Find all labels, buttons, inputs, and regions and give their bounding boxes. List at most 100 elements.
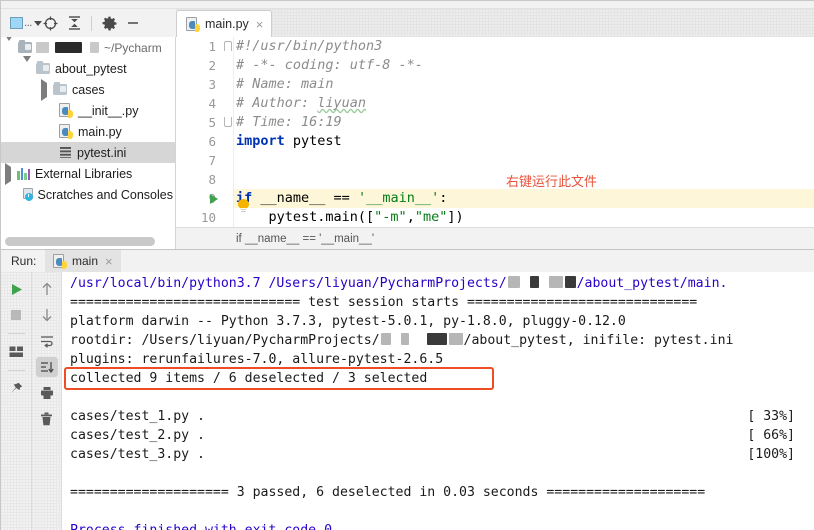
close-icon[interactable]: ×	[105, 254, 113, 269]
console-line-test-3: cases/test_3.py .	[70, 445, 205, 464]
line-number: 10	[201, 208, 216, 227]
twisty-down-icon[interactable]	[23, 62, 31, 76]
clear-all-icon[interactable]	[36, 409, 58, 429]
editor-tab-label: main.py	[205, 17, 249, 31]
up-arrow-icon[interactable]	[36, 279, 58, 299]
ini-file-icon	[59, 146, 72, 159]
run-toolbar-right	[31, 272, 61, 530]
locate-target-icon[interactable]	[39, 12, 61, 34]
folder-icon	[53, 84, 67, 95]
python-file-icon	[53, 254, 67, 269]
editor-tab-main-py[interactable]: main.py ×	[176, 10, 272, 37]
code-line: pytest.main(["-m","me"])	[236, 208, 464, 227]
tree-row-external-libraries[interactable]: External Libraries	[1, 163, 175, 184]
code-line: # Author: liyuan	[236, 94, 366, 113]
top-toolbar: ...	[1, 9, 814, 37]
intention-bulb-icon[interactable]	[238, 199, 249, 212]
close-icon[interactable]: ×	[256, 17, 264, 32]
tree-row-main-py[interactable]: main.py	[1, 121, 175, 142]
redacted-text	[401, 333, 409, 345]
project-tree: ~/Pycharm about_pytest cases __init__.py	[1, 37, 176, 249]
code-line: if __name__ == '__main__':	[236, 189, 447, 208]
project-view-icon[interactable]: ...	[15, 12, 37, 34]
console-line-exit-code: Process finished with exit code 0	[70, 521, 332, 530]
line-number: 4	[208, 94, 216, 113]
run-toolbar-left	[1, 272, 31, 530]
pin-tab-icon[interactable]	[5, 379, 27, 399]
run-gutter-icon[interactable]	[210, 194, 218, 204]
main-split: ~/Pycharm about_pytest cases __init__.py	[1, 37, 814, 249]
fold-marker-icon[interactable]	[224, 41, 232, 51]
print-icon[interactable]	[36, 383, 58, 403]
window-top-strip	[1, 1, 814, 9]
redacted-text	[508, 276, 520, 288]
twisty-down-icon[interactable]	[5, 41, 13, 55]
console-line-test-2: cases/test_2.py .	[70, 426, 205, 445]
code-folding-strip	[222, 37, 234, 227]
tree-row-label: main.py	[78, 125, 122, 139]
tree-row-label: __init__.py	[78, 104, 138, 118]
line-number: 5	[208, 113, 216, 132]
editor-tab-bar: main.py ×	[176, 9, 814, 37]
stop-icon[interactable]	[5, 305, 27, 325]
redacted-text	[427, 333, 447, 345]
soft-wrap-icon[interactable]	[36, 331, 58, 351]
run-tab-label: main	[72, 254, 98, 268]
tree-row-label: ~/Pycharm	[104, 41, 162, 55]
redacted-text	[90, 42, 99, 53]
tree-horizontal-scrollbar[interactable]	[5, 237, 155, 246]
collapse-all-icon[interactable]	[63, 12, 85, 34]
console-line-command: /usr/local/bin/python3.7 /Users/liyuan/P…	[70, 274, 727, 293]
tree-row-root[interactable]: ~/Pycharm	[1, 37, 175, 58]
tree-row-pytest-ini[interactable]: pytest.ini	[1, 142, 175, 163]
toolbar-divider	[8, 370, 25, 371]
line-number: 8	[208, 170, 216, 189]
down-arrow-icon[interactable]	[36, 305, 58, 325]
rerun-icon[interactable]	[5, 279, 27, 299]
redacted-text	[36, 42, 49, 53]
tree-row-scratches-and-consoles[interactable]: Scratches and Consoles	[1, 184, 175, 205]
run-tab-main[interactable]: main ×	[45, 250, 121, 272]
minimize-icon[interactable]	[122, 12, 144, 34]
console-line-test-1: cases/test_1.py .	[70, 407, 205, 426]
console-line-test-1-percent: [ 33%]	[747, 407, 795, 426]
code-text-area[interactable]: #!/usr/bin/python3 # -*- coding: utf-8 -…	[234, 37, 814, 227]
console-line-test-2-percent: [ 66%]	[747, 426, 795, 445]
tree-row-about-pytest[interactable]: about_pytest	[1, 58, 175, 79]
redacted-text	[381, 333, 391, 345]
line-number: 2	[208, 56, 216, 75]
code-line: #!/usr/bin/python3	[236, 37, 382, 56]
breadcrumb-label: if __name__ == '__main__'	[236, 233, 374, 245]
console-line-session-start: ============================= test sessi…	[70, 293, 697, 312]
python-file-icon	[186, 17, 200, 32]
code-line: # -*- coding: utf-8 -*-	[236, 56, 423, 75]
scroll-to-end-icon[interactable]	[36, 357, 58, 377]
redacted-text	[565, 276, 576, 288]
twisty-right-icon[interactable]	[5, 167, 11, 181]
code-editor: 1 2 3 4 5 6 7 8 9 10 11 #!/usr/bin/pytho…	[176, 37, 814, 249]
folder-icon	[36, 63, 50, 74]
tree-row-init-py[interactable]: __init__.py	[1, 100, 175, 121]
toolbar-divider	[8, 333, 25, 334]
tree-row-label: about_pytest	[55, 62, 127, 76]
twisty-right-icon[interactable]	[41, 83, 47, 97]
line-number: 6	[208, 132, 216, 151]
tree-row-label: External Libraries	[35, 167, 132, 181]
line-number: 7	[208, 151, 216, 170]
settings-gear-icon[interactable]	[98, 12, 120, 34]
python-file-icon	[59, 103, 73, 118]
libraries-icon	[17, 168, 30, 180]
code-line: # Time: 16:19	[236, 113, 342, 132]
scratches-icon	[23, 188, 33, 201]
console-output[interactable]: /usr/local/bin/python3.7 /Users/liyuan/P…	[61, 272, 814, 530]
line-number: 1	[208, 37, 216, 56]
redacted-text	[549, 276, 563, 288]
restore-layout-icon[interactable]	[5, 342, 27, 362]
project-toolbar-icons: ...	[1, 9, 176, 37]
run-tab-bar: Run: main ×	[1, 250, 814, 272]
run-panel-body: /usr/local/bin/python3.7 /Users/liyuan/P…	[1, 272, 814, 530]
code-line: import pytest	[236, 132, 342, 151]
fold-marker-icon[interactable]	[224, 117, 232, 127]
tree-row-cases[interactable]: cases	[1, 79, 175, 100]
tree-row-label: Scratches and Consoles	[38, 188, 174, 202]
